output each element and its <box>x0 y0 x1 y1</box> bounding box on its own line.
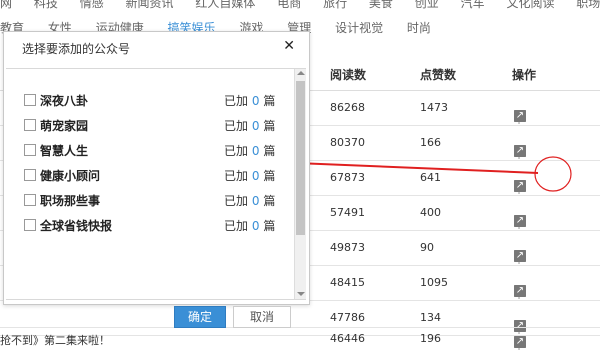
added-count: 已加 0 篇 <box>224 144 276 158</box>
scrollbar[interactable] <box>294 69 306 299</box>
close-icon[interactable]: ✕ <box>283 38 295 54</box>
account-checkbox[interactable] <box>24 94 36 106</box>
account-checkbox[interactable] <box>24 169 36 181</box>
account-name: 全球省钱快报 <box>40 219 113 233</box>
list-item: 深夜八卦 已加 0 篇 <box>22 91 292 111</box>
annotation-circle <box>534 156 572 192</box>
list-item: 萌宠家园 已加 0 篇 <box>22 116 292 136</box>
added-count: 已加 0 篇 <box>224 169 276 183</box>
annotation-arrow-line <box>295 162 539 174</box>
account-name: 职场那些事 <box>40 194 101 208</box>
list-item: 智慧人生 已加 0 篇 <box>22 141 292 161</box>
account-list: 深夜八卦 已加 0 篇 萌宠家园 已加 0 篇 智慧人生 已加 0 篇 健康小顾… <box>6 68 306 300</box>
account-checkbox[interactable] <box>24 219 36 231</box>
list-item: 职场那些事 已加 0 篇 <box>22 191 292 211</box>
scroll-down-arrow-icon[interactable] <box>297 292 305 296</box>
list-item: 健康小顾问 已加 0 篇 <box>22 166 292 186</box>
account-name: 健康小顾问 <box>40 169 101 183</box>
account-checkbox[interactable] <box>24 144 36 156</box>
account-name: 智慧人生 <box>40 144 89 158</box>
account-name: 深夜八卦 <box>40 94 89 108</box>
account-name: 萌宠家园 <box>40 119 89 133</box>
list-item: 全球省钱快报 已加 0 篇 <box>22 216 292 236</box>
select-account-dialog: 选择要添加的公众号 ✕ 深夜八卦 已加 0 篇 萌宠家园 已加 0 篇 智慧人生… <box>3 31 310 328</box>
added-count: 已加 0 篇 <box>224 219 276 233</box>
dialog-title: 选择要添加的公众号 <box>22 42 131 56</box>
scrollbar-thumb[interactable] <box>296 81 305 235</box>
added-count: 已加 0 篇 <box>224 119 276 133</box>
scroll-up-arrow-icon[interactable] <box>297 71 305 75</box>
account-checkbox[interactable] <box>24 194 36 206</box>
confirm-button[interactable]: 确定 <box>174 306 226 328</box>
added-count: 已加 0 篇 <box>224 94 276 108</box>
added-count: 已加 0 篇 <box>224 194 276 208</box>
cancel-button[interactable]: 取消 <box>233 306 291 328</box>
account-checkbox[interactable] <box>24 119 36 131</box>
